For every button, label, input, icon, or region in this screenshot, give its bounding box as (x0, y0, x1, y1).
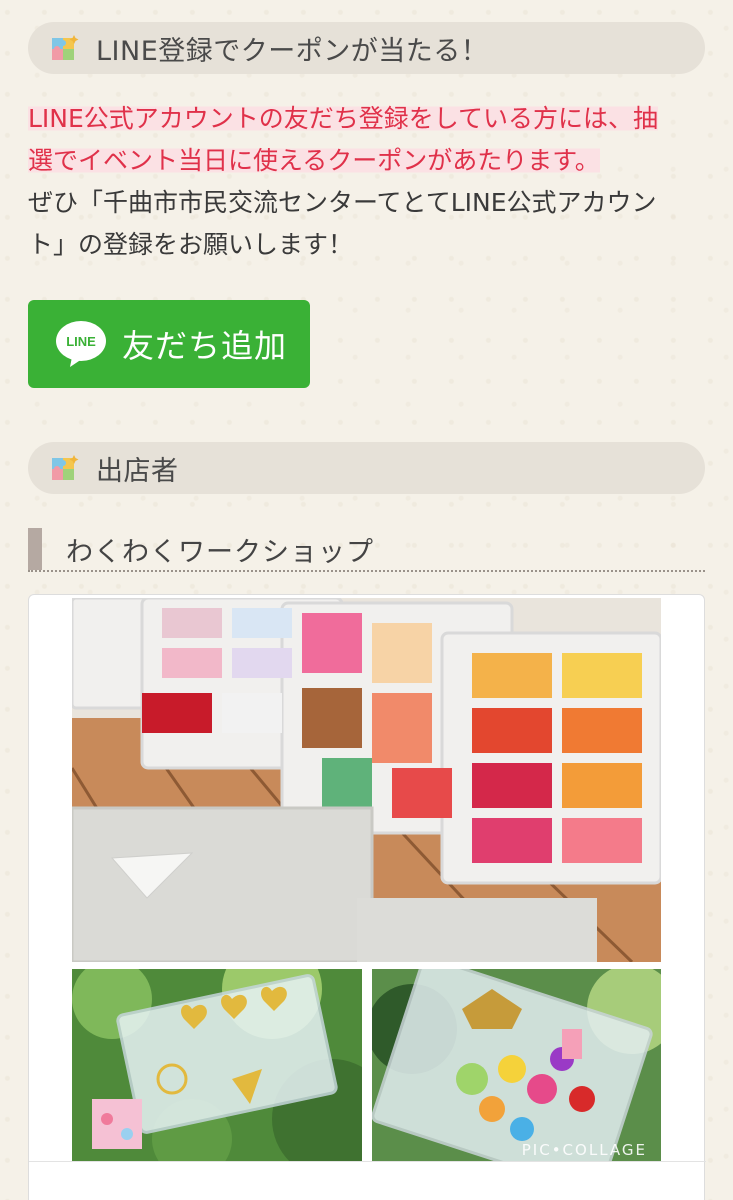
coupon-body-text: ぜひ「千曲市市民交流センターてとてLINE公式アカウン ト」の登録をお願いします… (28, 182, 708, 266)
summer-pouch-photo[interactable] (72, 969, 362, 1161)
body-line-1: ぜひ「千曲市市民交流センターてとてLINE公式アカウン (28, 188, 657, 217)
puzzle-icon (52, 455, 79, 480)
svg-text:LINE: LINE (66, 334, 96, 349)
exhibitor-section-header: 出店者 (28, 442, 705, 494)
line-add-friend-button[interactable]: LINE 友だち追加 (28, 300, 310, 388)
line-logo-icon: LINE (56, 321, 106, 367)
coupon-section-header: LINE登録でクーポンが当たる！ (28, 22, 705, 74)
page: LINE登録でクーポンが当たる！ LINE公式アカウントの友だち登録をしている方… (0, 0, 733, 1200)
coupon-highlight-text: LINE公式アカウントの友だち登録をしている方には、抽 選でイベント当日に使える… (28, 98, 708, 182)
title-accent-bar (28, 528, 42, 570)
puzzle-icon (52, 35, 79, 60)
highlight-line-1: LINE公式アカウントの友だち登録をしている方には、抽 (28, 104, 659, 133)
bead-boxes-photo[interactable] (72, 598, 661, 962)
coupon-section-title: LINE登録でクーポンが当たる！ (96, 35, 489, 67)
bead-boxes-image (72, 598, 661, 962)
exhibitor-section-title: 出店者 (96, 455, 179, 487)
workshop-title-bar: わくわくワークショップ (28, 528, 705, 572)
workshop-card: PIC•COLLAGE (28, 594, 706, 1200)
bead-bag-image (372, 969, 661, 1161)
card-divider (29, 1161, 706, 1162)
body-line-2: ト」の登録をお願いします！ (28, 230, 354, 259)
line-button-label: 友だち追加 (122, 327, 288, 365)
photo-watermark: PIC•COLLAGE (521, 1141, 647, 1159)
workshop-title: わくわくワークショップ (66, 536, 374, 568)
bead-bag-photo[interactable]: PIC•COLLAGE (372, 969, 661, 1161)
summer-pouch-image (72, 969, 362, 1161)
highlight-line-2: 選でイベント当日に使えるクーポンがあたります。 (28, 146, 600, 175)
